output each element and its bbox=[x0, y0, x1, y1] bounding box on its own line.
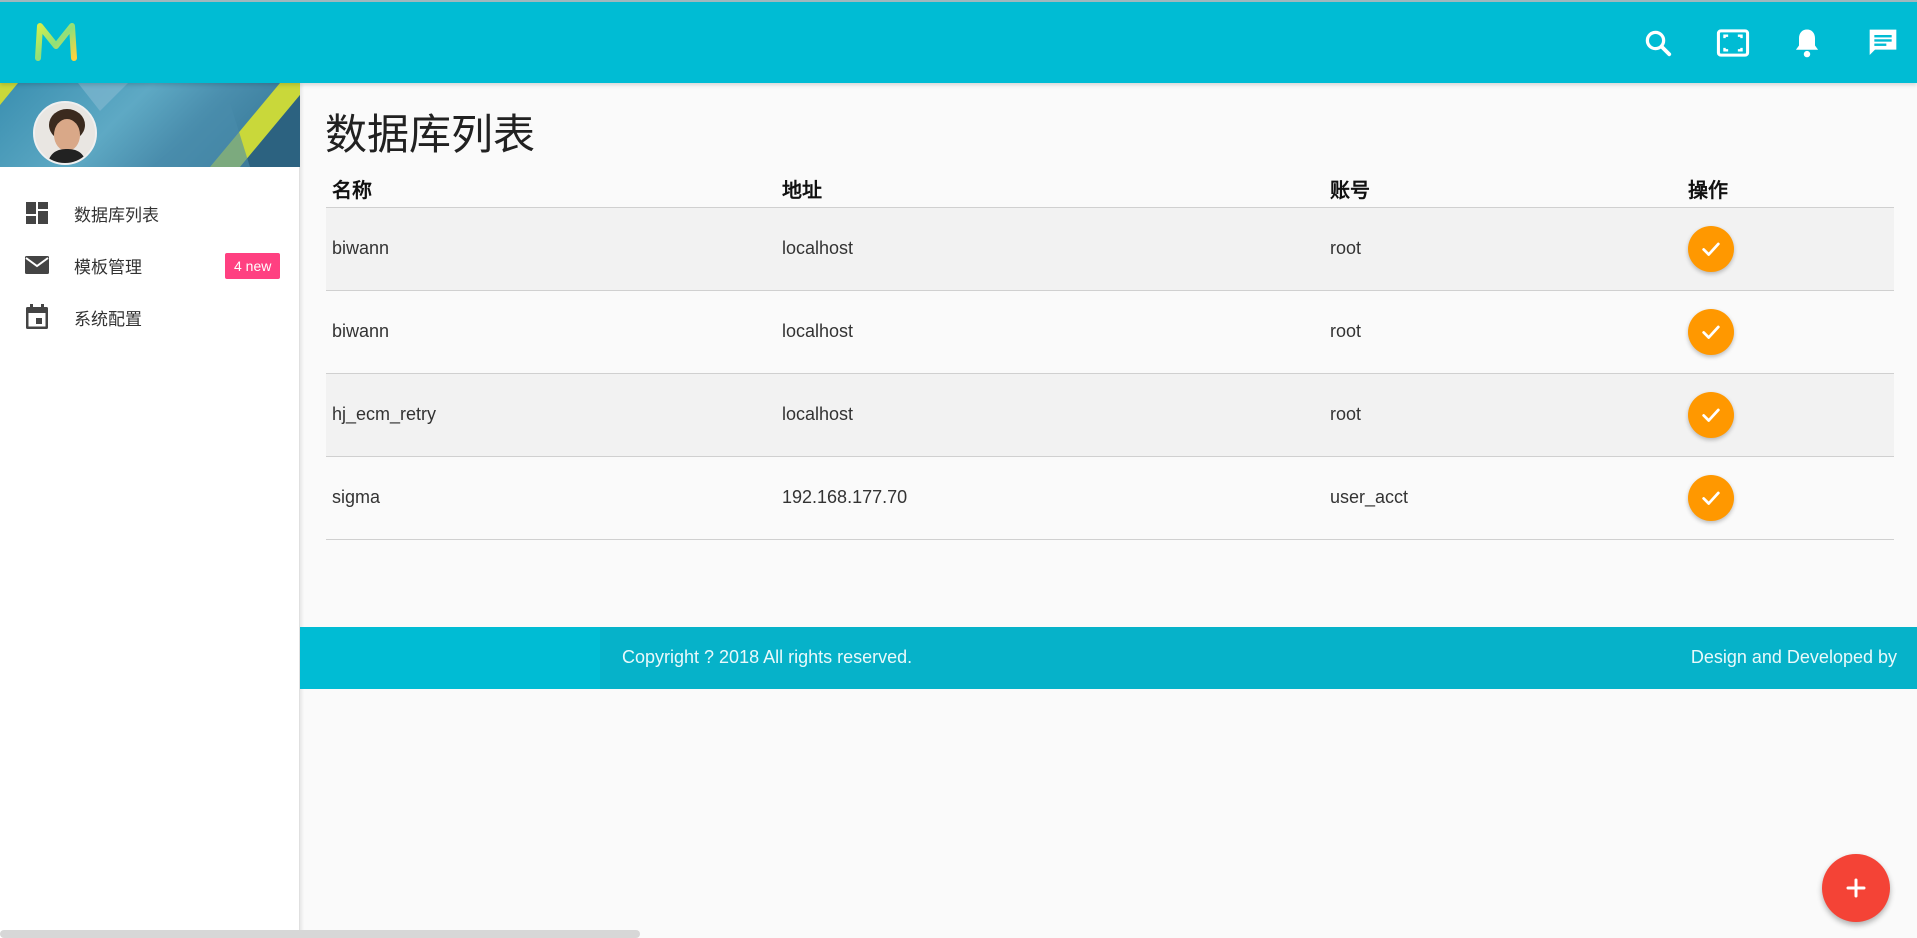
cell-address: localhost bbox=[776, 290, 1324, 374]
logo[interactable] bbox=[34, 20, 78, 64]
horizontal-scrollbar[interactable] bbox=[0, 930, 640, 938]
sidebar-item-template-management[interactable]: 模板管理 4 new bbox=[0, 239, 299, 291]
cell-action bbox=[1682, 373, 1894, 457]
profile-banner bbox=[0, 83, 300, 167]
cell-address: 192.168.177.70 bbox=[776, 456, 1324, 540]
cell-name: hj_ecm_retry bbox=[326, 373, 776, 457]
sidebar-item-label: 数据库列表 bbox=[74, 205, 159, 225]
message-icon[interactable] bbox=[1862, 22, 1904, 64]
cell-account: user_acct bbox=[1324, 456, 1682, 540]
main-content: 数据库列表 名称 地址 账号 操作 biwann localhost root bbox=[300, 83, 1917, 938]
footer-bar: Copyright ? 2018 All rights reserved. De… bbox=[600, 627, 1917, 689]
avatar[interactable] bbox=[33, 101, 97, 165]
table-row: biwann localhost root bbox=[326, 207, 1894, 291]
column-header-action: 操作 bbox=[1682, 171, 1894, 208]
table-row: sigma 192.168.177.70 user_acct bbox=[326, 456, 1894, 540]
column-header-account: 账号 bbox=[1324, 171, 1682, 208]
cell-name: biwann bbox=[326, 207, 776, 291]
top-app-bar bbox=[0, 0, 1917, 83]
footer: Copyright ? 2018 All rights reserved. De… bbox=[300, 627, 1917, 689]
calendar-icon bbox=[24, 304, 50, 330]
new-count-badge: 4 new bbox=[225, 253, 281, 279]
cell-account: root bbox=[1324, 373, 1682, 457]
dashboard-icon bbox=[24, 200, 50, 226]
sidebar-nav: 数据库列表 模板管理 4 new 系统配置 bbox=[0, 187, 299, 343]
cell-action bbox=[1682, 456, 1894, 540]
check-icon bbox=[1702, 242, 1720, 256]
cell-account: root bbox=[1324, 207, 1682, 291]
sidebar-item-label: 系统配置 bbox=[74, 309, 142, 329]
fullscreen-icon[interactable] bbox=[1712, 22, 1754, 64]
confirm-button[interactable] bbox=[1688, 225, 1734, 272]
table-row: biwann localhost root bbox=[326, 290, 1894, 374]
cell-address: localhost bbox=[776, 373, 1324, 457]
search-icon[interactable] bbox=[1637, 22, 1679, 64]
sidebar-item-label: 模板管理 bbox=[74, 257, 142, 277]
sidebar-item-system-config[interactable]: 系统配置 bbox=[0, 291, 299, 343]
copyright-text: Copyright ? 2018 All rights reserved. bbox=[622, 647, 913, 667]
cell-address: localhost bbox=[776, 207, 1324, 291]
check-icon bbox=[1702, 408, 1720, 422]
add-button[interactable] bbox=[1822, 854, 1890, 922]
check-icon bbox=[1702, 325, 1720, 339]
confirm-button[interactable] bbox=[1688, 474, 1734, 521]
cell-action bbox=[1682, 290, 1894, 374]
column-header-address: 地址 bbox=[776, 171, 1324, 208]
cell-action bbox=[1682, 207, 1894, 291]
cell-account: root bbox=[1324, 290, 1682, 374]
mail-icon bbox=[24, 252, 50, 278]
check-icon bbox=[1702, 491, 1720, 505]
column-header-name: 名称 bbox=[326, 171, 776, 208]
sidebar: 数据库列表 模板管理 4 new 系统配置 bbox=[0, 83, 300, 938]
confirm-button[interactable] bbox=[1688, 391, 1734, 438]
credits-text: Design and Developed by bbox=[1690, 647, 1897, 667]
table-row: hj_ecm_retry localhost root bbox=[326, 373, 1894, 457]
confirm-button[interactable] bbox=[1688, 308, 1734, 355]
app-page: 数据库列表 模板管理 4 new 系统配置 数据库列表 名称 地址 账号 操作 … bbox=[0, 0, 1917, 938]
table-header-row: 名称 地址 账号 操作 bbox=[326, 171, 1894, 208]
cell-name: biwann bbox=[326, 290, 776, 374]
database-table: 名称 地址 账号 操作 biwann localhost root biwann… bbox=[326, 171, 1894, 540]
add-icon bbox=[1846, 878, 1866, 898]
notifications-icon[interactable] bbox=[1786, 22, 1828, 64]
cell-name: sigma bbox=[326, 456, 776, 540]
sidebar-item-database-list[interactable]: 数据库列表 bbox=[0, 187, 299, 239]
page-title: 数据库列表 bbox=[325, 111, 536, 158]
